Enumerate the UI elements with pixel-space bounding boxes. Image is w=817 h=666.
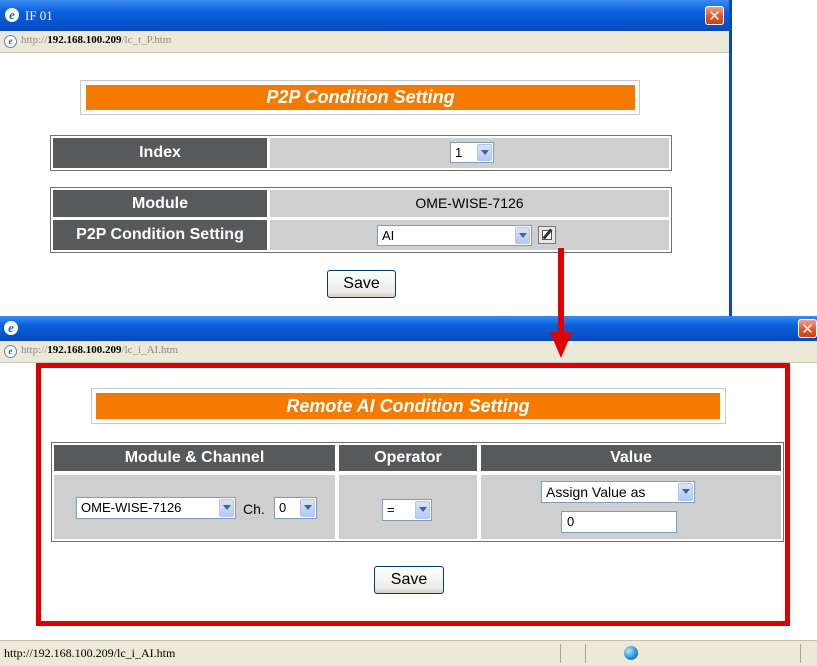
ie-logo-icon: e [4, 321, 18, 335]
dropdown-arrow-icon[interactable] [477, 144, 492, 161]
close-icon[interactable]: ✕ [798, 319, 817, 338]
page-icon: e [4, 35, 17, 48]
status-separator [800, 644, 801, 663]
callout-arrow-icon [550, 248, 572, 358]
window-titlebar[interactable]: e IF 01 ✕ [0, 0, 729, 31]
address-bar[interactable]: e http://192.168.100.209/lc_t_P.htm [0, 31, 729, 53]
address-path: /lc_t_P.htm [121, 34, 172, 46]
address-prefix: http:// [21, 344, 48, 356]
highlight-box [36, 363, 790, 626]
index-select-value: 1 [455, 145, 463, 160]
window-titlebar[interactable]: e ✕ [0, 316, 817, 341]
window-condition: e IF 01 ✕ e http://192.168.100.209/lc_t_… [0, 0, 732, 322]
window-title: IF 01 [25, 8, 53, 23]
status-url: http://192.168.100.209/lc_i_AI.htm [4, 646, 176, 660]
close-icon[interactable]: ✕ [705, 6, 724, 25]
status-bar: http://192.168.100.209/lc_i_AI.htm [0, 640, 817, 666]
status-separator [560, 644, 561, 663]
module-value: OME-WISE-7126 [270, 190, 669, 217]
condition-label: P2P Condition Setting [53, 220, 267, 250]
address-path: /lc_i_AI.htm [121, 344, 179, 356]
internet-zone-icon [624, 646, 638, 660]
condition-select[interactable]: AI [377, 225, 532, 246]
address-host: 192.168.100.209 [47, 344, 122, 356]
index-label: Index [53, 138, 267, 168]
page-title: P2P Condition Setting [86, 85, 635, 110]
status-separator [585, 644, 586, 663]
page-icon: e [4, 345, 17, 358]
address-bar[interactable]: e http://192.168.100.209/lc_i_AI.htm [0, 341, 817, 363]
module-label: Module [53, 190, 267, 217]
index-select[interactable]: 1 [450, 142, 494, 163]
ie-logo-icon: e [5, 8, 19, 22]
address-host: 192.168.100.209 [47, 34, 122, 46]
address-prefix: http:// [21, 34, 48, 46]
save-button[interactable]: Save [327, 270, 396, 298]
condition-select-value: AI [382, 228, 395, 243]
dropdown-arrow-icon[interactable] [515, 227, 530, 244]
edit-icon[interactable] [538, 226, 556, 244]
